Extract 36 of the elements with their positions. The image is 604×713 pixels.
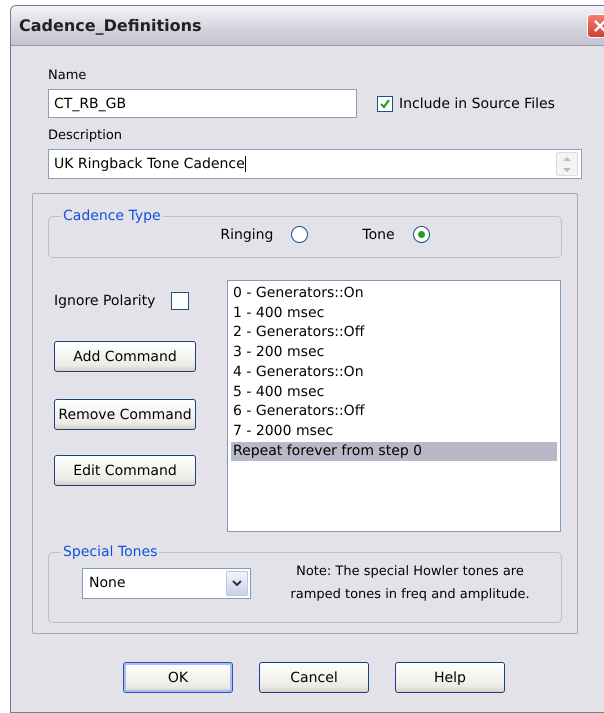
list-item[interactable]: 2 - Generators::Off (231, 323, 557, 344)
dialog-button[interactable]: Help (395, 662, 505, 693)
spinner-icon (556, 152, 578, 176)
command-button[interactable]: Add Command (54, 341, 196, 372)
list-item[interactable]: 5 - 400 msec (231, 382, 557, 402)
radio-label: Tone (362, 226, 395, 242)
list-item[interactable]: 7 - 2000 msec (231, 422, 557, 442)
note-text: Note: The special Howler tones are ramped tones in freq and amplitude. (289, 563, 531, 604)
tone-dropdown[interactable]: None (82, 568, 251, 598)
command-button[interactable]: Remove Command (54, 399, 196, 430)
list-item[interactable]: 4 - Generators::On (231, 362, 557, 383)
radio-button[interactable] (291, 226, 308, 243)
group-title: Special Tones (62, 544, 158, 560)
field-label: Description (48, 128, 124, 143)
dialog-button[interactable]: Cancel (259, 662, 369, 693)
checkbox-label: Include in Source Files (399, 96, 555, 112)
window-title: Cadence_Definitions (19, 16, 202, 35)
list-item[interactable]: 1 - 400 msec (231, 304, 557, 324)
group-title: Cadence Type (62, 208, 162, 224)
radio-button[interactable] (412, 226, 430, 243)
radio-label: Ringing (220, 226, 274, 242)
list-item[interactable]: 3 - 200 msec (231, 343, 557, 363)
checkbox-label: Ignore Polarity (54, 293, 156, 309)
caret-icon (226, 570, 248, 596)
command-list[interactable]: 0 - Generators::On 1 - 400 msec 2 - Generators::Off 3 - 200 msec 4 - Generators::On 5 - 400 msec 6 - Generators::Off 7 - 2000 msec Repeat forever from step 0 (227, 280, 561, 532)
close-icon (593, 18, 604, 32)
checkbox[interactable] (171, 292, 190, 310)
list-item[interactable]: 6 - Generators::Off (231, 402, 557, 422)
dialog-button[interactable]: OK (123, 662, 233, 693)
command-button[interactable]: Edit Command (54, 455, 196, 486)
field-label: Name (48, 68, 88, 83)
list-item[interactable]: Repeat forever from step 0 (231, 442, 557, 462)
name-field[interactable]: CT_RB_GB (48, 89, 357, 118)
list-item[interactable]: 0 - Generators::On (231, 284, 557, 304)
checkbox[interactable] (377, 96, 393, 112)
description-field[interactable]: UK Ringback Tone Cadence (48, 149, 582, 179)
